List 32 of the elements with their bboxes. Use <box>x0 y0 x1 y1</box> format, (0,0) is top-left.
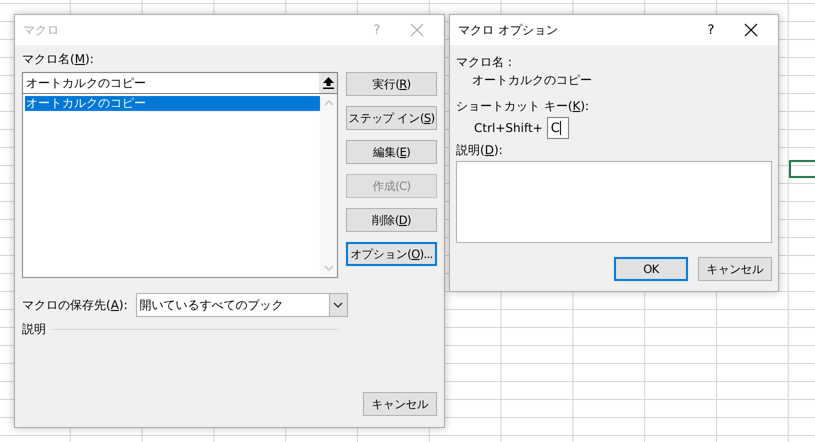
shortcut-key-label: ショートカット キー(K): <box>456 98 590 115</box>
macro-name-label: マクロ名 : <box>456 54 512 71</box>
shortcut-key-field[interactable]: C <box>546 117 569 139</box>
description-label: 説明(D): <box>456 142 503 159</box>
macro-list[interactable]: オートカルクのコピー <box>22 94 338 278</box>
dialog-button[interactable]: オプション(O)... <box>346 242 437 266</box>
scroll-down-icon[interactable] <box>324 265 334 271</box>
dialog-button[interactable]: 実行(R) <box>346 72 437 96</box>
macro-list-item[interactable]: オートカルクのコピー <box>25 96 320 111</box>
scroll-up-icon[interactable] <box>324 100 334 106</box>
store-location-label: マクロの保存先(A): <box>22 296 128 314</box>
macro-name-label: マクロ名(M): <box>22 51 94 67</box>
upload-arrow-icon <box>322 77 334 89</box>
dialog-button[interactable]: ステップ イン(S) <box>346 106 437 130</box>
dialog-button[interactable]: 編集(E) <box>346 140 437 164</box>
description-field[interactable] <box>456 161 772 243</box>
cell-cursor <box>789 160 815 178</box>
store-location-dropdown[interactable]: 開いているすべてのブック <box>136 293 348 317</box>
collapse-button[interactable] <box>319 73 337 93</box>
chevron-down-icon <box>333 302 344 308</box>
close-icon[interactable] <box>744 23 758 37</box>
window-title: マクロ オプション <box>458 22 559 38</box>
macro-name-text: オートカルクのコピー <box>472 72 592 89</box>
dialog-button[interactable]: OK <box>614 257 688 281</box>
help-button[interactable]: ? <box>696 22 726 38</box>
macro-name-field[interactable]: オートカルクのコピー <box>22 72 338 94</box>
cancel-button[interactable]: キャンセル <box>363 392 437 416</box>
window-title: マクロ <box>23 22 60 38</box>
dialog-button[interactable]: キャンセル <box>698 257 772 281</box>
shortcut-prefix-text: Ctrl+Shift+ <box>474 121 543 135</box>
description-label: 説明 <box>22 321 46 338</box>
dialog-button[interactable]: 削除(D) <box>346 208 437 232</box>
